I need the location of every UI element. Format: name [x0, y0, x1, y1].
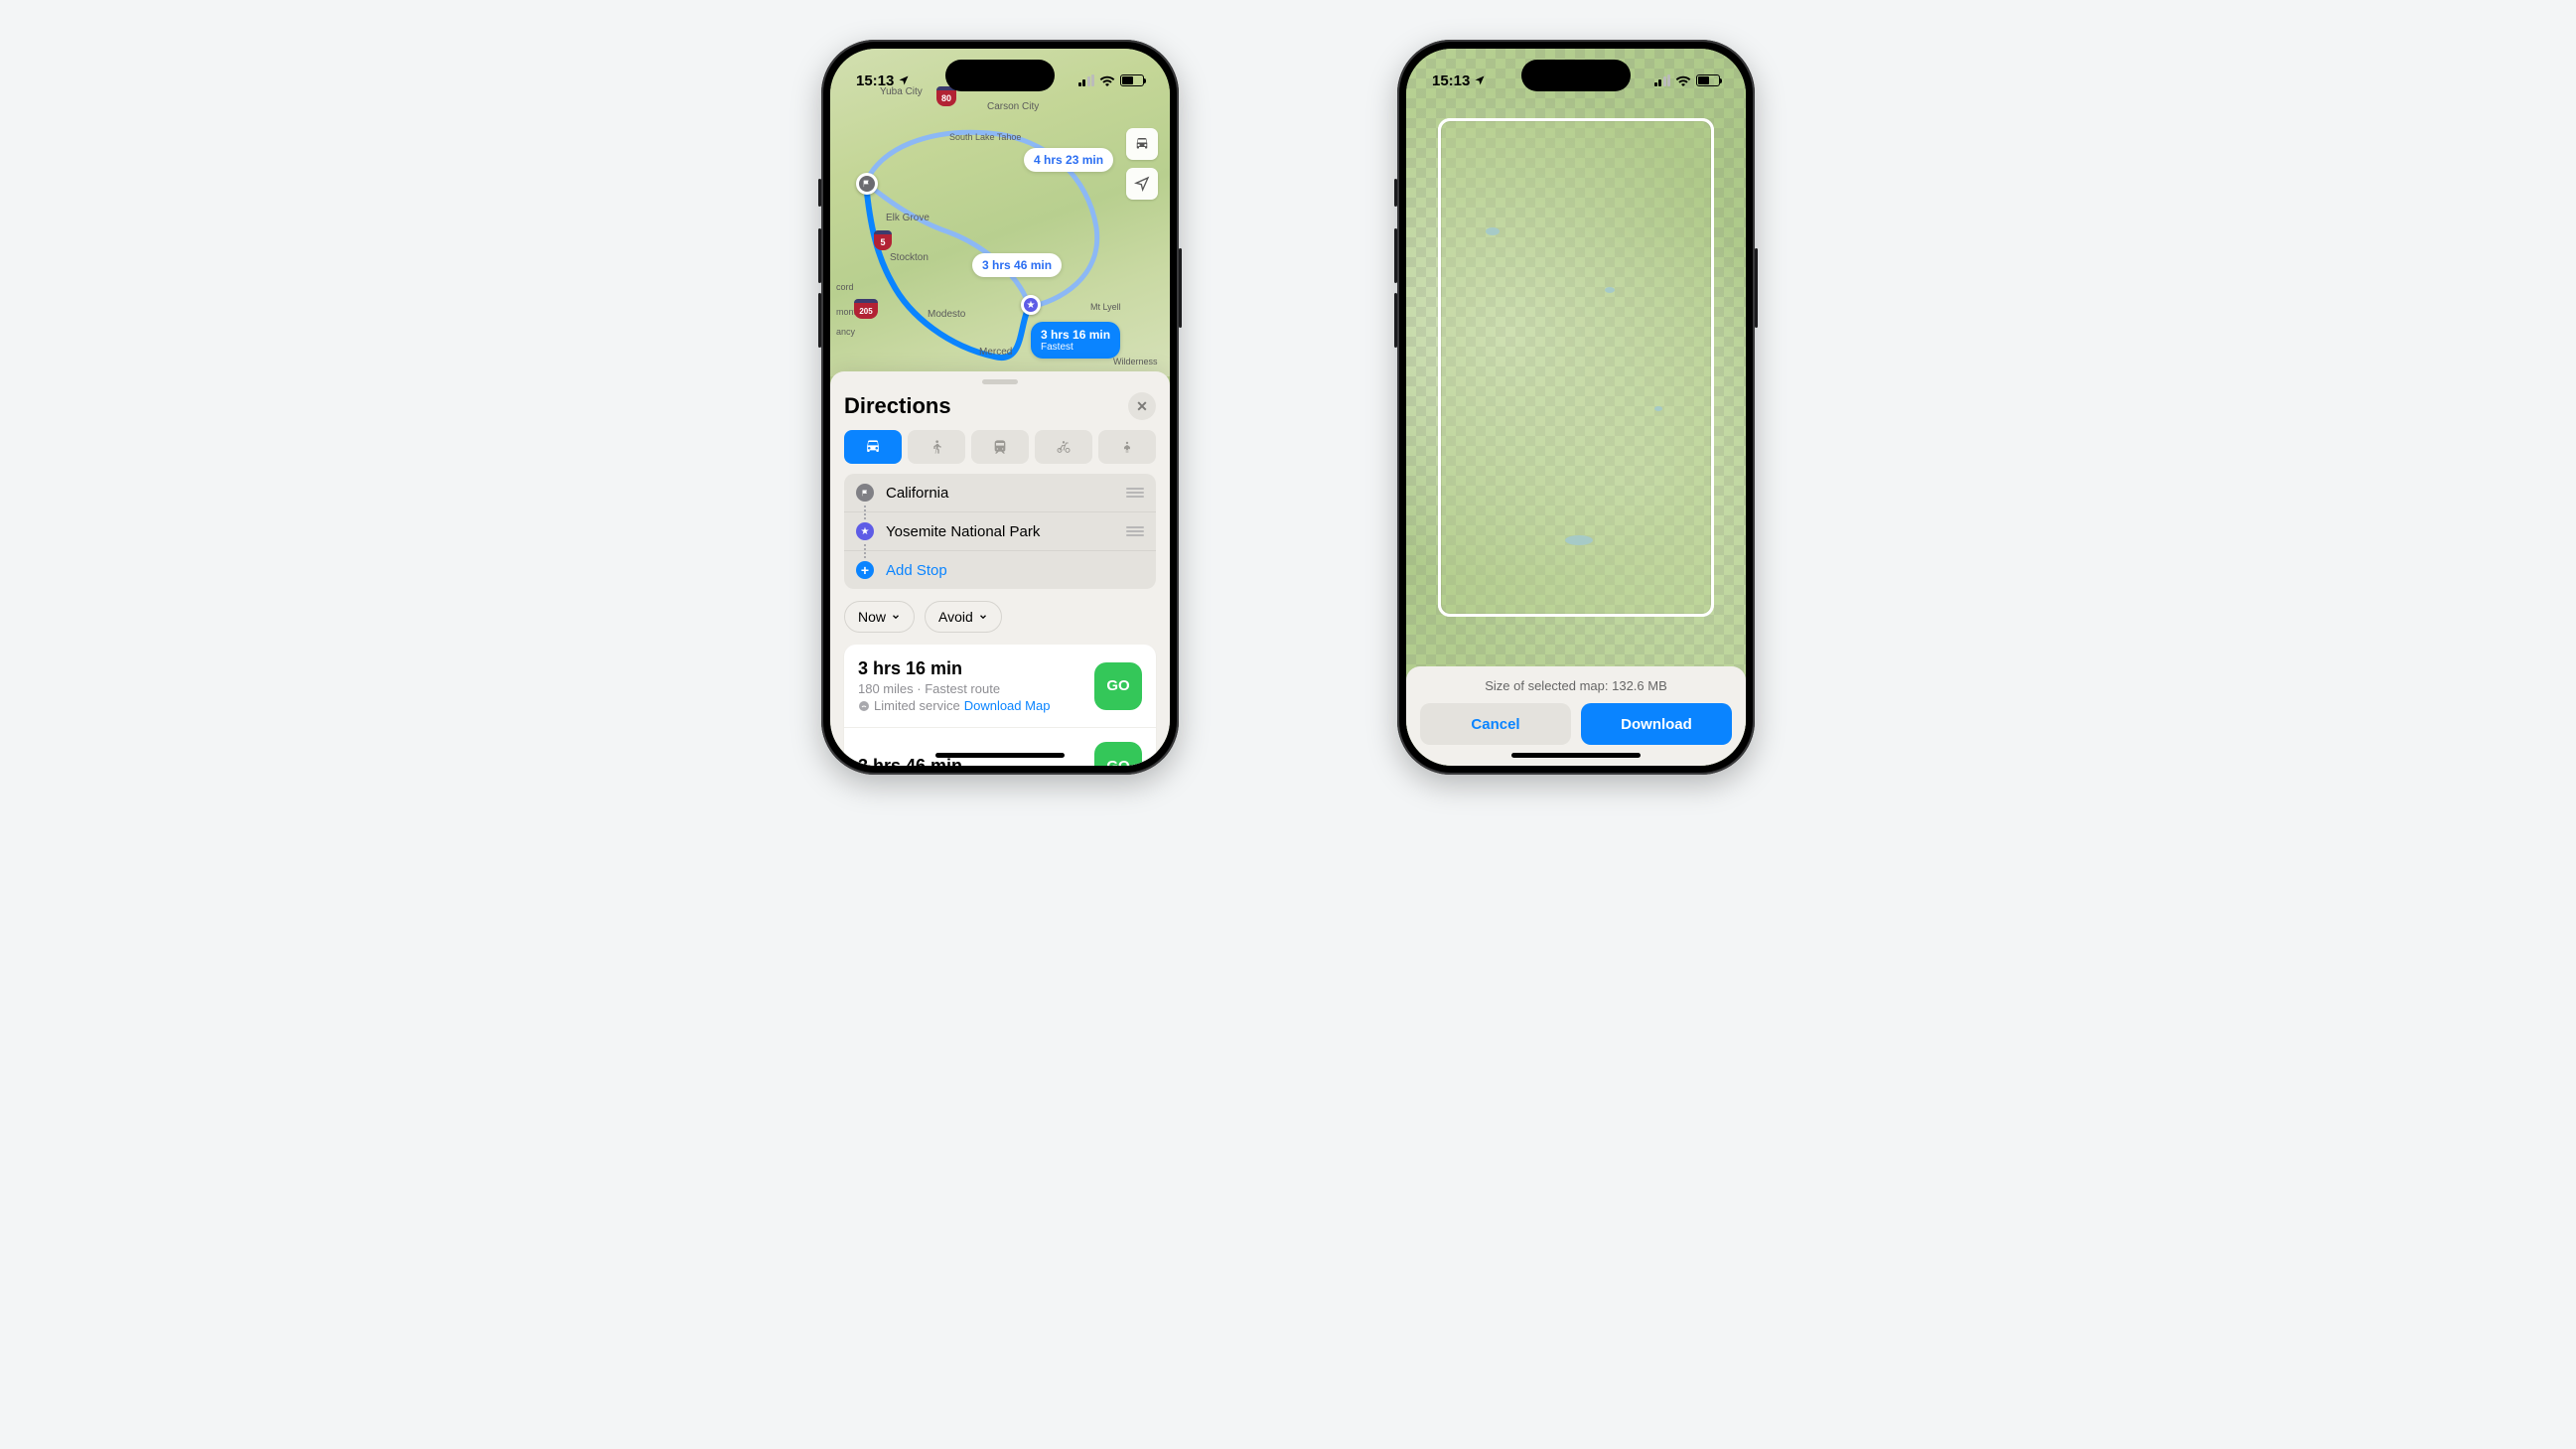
- resize-handle-right[interactable]: [1711, 356, 1714, 379]
- stop-label: California: [886, 485, 1114, 502]
- map-selection-box[interactable]: [1438, 118, 1714, 617]
- options-row: Now Avoid: [844, 601, 1156, 633]
- stops-list: California ★ Yosemite National Park + Ad…: [844, 474, 1156, 589]
- sheet-title: Directions: [844, 393, 951, 419]
- callout-sub: Fastest: [1041, 342, 1110, 353]
- origin-pin[interactable]: [856, 173, 878, 195]
- reorder-handle[interactable]: [1126, 526, 1144, 536]
- city-label: Stockton: [890, 252, 929, 263]
- battery-icon: [1696, 74, 1720, 86]
- chevron-down-icon: [891, 612, 901, 622]
- mode-bike[interactable]: [1035, 430, 1092, 464]
- warn-icon: [858, 700, 870, 712]
- avoid-chip[interactable]: Avoid: [925, 601, 1002, 633]
- sheet-grabber[interactable]: [982, 379, 1018, 384]
- city-label: Modesto: [928, 309, 965, 320]
- transport-mode-row: [844, 430, 1156, 464]
- resize-handle-left[interactable]: [1438, 356, 1441, 379]
- go-button[interactable]: GO: [1094, 742, 1142, 766]
- download-map-area[interactable]: [1406, 49, 1746, 766]
- city-label: Carson City: [987, 101, 1039, 112]
- resize-handle-top[interactable]: [1564, 118, 1588, 121]
- location-icon: [898, 74, 910, 86]
- interstate-shield: 5: [874, 230, 892, 250]
- depart-now-chip[interactable]: Now: [844, 601, 915, 633]
- cancel-button[interactable]: Cancel: [1420, 703, 1571, 745]
- map-size-label: Size of selected map: 132.6 MB: [1420, 678, 1732, 693]
- screen-download-map: 15:13: [1406, 49, 1746, 766]
- download-map-link[interactable]: Download Map: [964, 698, 1051, 713]
- city-label: South Lake Tahoe: [949, 132, 1021, 142]
- route-extra: Limited service Download Map: [858, 698, 1082, 713]
- routes-list: 3 hrs 16 min 180 miles · Fastest route L…: [844, 645, 1156, 766]
- battery-icon: [1120, 74, 1144, 86]
- city-label: Wilderness: [1113, 357, 1158, 366]
- add-stop-button[interactable]: + Add Stop: [844, 551, 1156, 589]
- city-label: cord: [836, 282, 854, 292]
- cellular-icon: [1654, 75, 1671, 86]
- home-indicator[interactable]: [1511, 753, 1641, 758]
- mode-rideshare[interactable]: [1098, 430, 1156, 464]
- star-icon: ★: [856, 522, 874, 540]
- route-sub: 180 miles · Fastest route: [858, 681, 1082, 696]
- city-label: Elk Grove: [886, 213, 930, 223]
- wifi-icon: [1675, 74, 1691, 86]
- dynamic-island: [1521, 60, 1631, 91]
- city-label: ancy: [836, 327, 855, 337]
- transport-mode-button[interactable]: [1126, 128, 1158, 160]
- route-callout-primary[interactable]: 3 hrs 16 min Fastest: [1031, 322, 1120, 359]
- route-item[interactable]: 3 hrs 16 min 180 miles · Fastest route L…: [844, 645, 1156, 728]
- screen-directions: 15:13 Yuba City Donner Pass Carson City: [830, 49, 1170, 766]
- mode-car[interactable]: [844, 430, 902, 464]
- locate-button[interactable]: [1126, 168, 1158, 200]
- cellular-icon: [1078, 75, 1095, 86]
- interstate-shield: 205: [854, 299, 878, 319]
- destination-pin[interactable]: [1021, 295, 1041, 315]
- city-label: mont: [836, 307, 856, 317]
- route-time: 3 hrs 16 min: [858, 658, 1082, 679]
- go-button[interactable]: GO: [1094, 662, 1142, 710]
- phone-right: 15:13: [1397, 40, 1755, 775]
- status-time: 15:13: [1432, 72, 1470, 89]
- reorder-handle[interactable]: [1126, 488, 1144, 498]
- wifi-icon: [1099, 74, 1115, 86]
- stop-destination[interactable]: ★ Yosemite National Park: [844, 512, 1156, 551]
- city-label: Merced: [979, 347, 1012, 358]
- directions-sheet[interactable]: Directions ✕ California ★ Yo: [830, 371, 1170, 766]
- mode-walk[interactable]: [908, 430, 965, 464]
- stop-origin[interactable]: California: [844, 474, 1156, 512]
- status-time: 15:13: [856, 72, 894, 89]
- callout-time: 3 hrs 16 min: [1041, 328, 1110, 342]
- dynamic-island: [945, 60, 1055, 91]
- stop-label: Yosemite National Park: [886, 523, 1114, 540]
- route-item[interactable]: 3 hrs 46 min GO: [844, 728, 1156, 766]
- location-icon: [1474, 74, 1486, 86]
- download-panel: Size of selected map: 132.6 MB Cancel Do…: [1406, 666, 1746, 766]
- route-callout[interactable]: 3 hrs 46 min: [972, 253, 1062, 277]
- close-button[interactable]: ✕: [1128, 392, 1156, 420]
- chevron-down-icon: [978, 612, 988, 622]
- resize-handle-tl[interactable]: [1438, 118, 1456, 136]
- add-stop-label: Add Stop: [886, 562, 1144, 579]
- plus-icon: +: [856, 561, 874, 579]
- city-label: Mt Lyell: [1090, 302, 1121, 312]
- resize-handle-bottom[interactable]: [1564, 614, 1588, 617]
- download-button[interactable]: Download: [1581, 703, 1732, 745]
- mode-transit[interactable]: [971, 430, 1029, 464]
- flag-icon: [856, 484, 874, 502]
- home-indicator[interactable]: [935, 753, 1065, 758]
- phone-left: 15:13 Yuba City Donner Pass Carson City: [821, 40, 1179, 775]
- route-callout[interactable]: 4 hrs 23 min: [1024, 148, 1113, 172]
